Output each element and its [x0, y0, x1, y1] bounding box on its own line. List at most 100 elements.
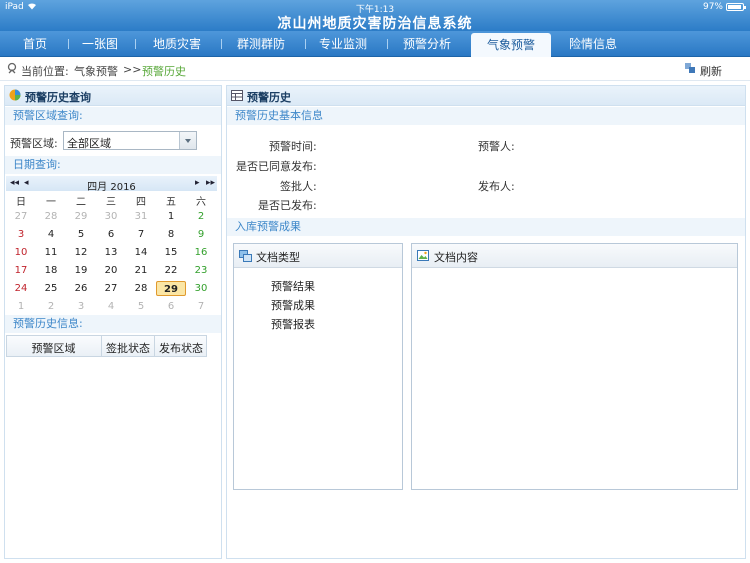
- calendar-day[interactable]: 11: [36, 245, 66, 260]
- weekday-label: 一: [46, 197, 56, 208]
- calendar-day[interactable]: 12: [66, 245, 96, 260]
- breadcrumb-label: 当前位置:: [21, 65, 69, 78]
- calendar-day[interactable]: 8: [156, 227, 186, 242]
- calendar-day[interactable]: 6: [96, 227, 126, 242]
- table-icon: [231, 90, 243, 104]
- weekday-label: 四: [136, 197, 146, 208]
- refresh-icon[interactable]: [684, 62, 696, 74]
- calendar-day[interactable]: 4: [36, 227, 66, 242]
- results-section-header: 入库预警成果: [227, 218, 745, 236]
- calendar-day[interactable]: 6: [156, 299, 186, 314]
- nav-item-geohazard[interactable]: 地质灾害: [142, 31, 212, 57]
- doc-content-title: 文档内容: [434, 251, 478, 264]
- chart-pie-icon: [9, 89, 21, 104]
- region-select[interactable]: 全部区域: [63, 131, 197, 150]
- calendar-day[interactable]: 30: [186, 281, 216, 296]
- nav-item-danger-info[interactable]: 险情信息: [558, 31, 628, 57]
- breadcrumb: 当前位置: 气象预警 >> 预警历史 刷新: [0, 57, 750, 81]
- calendar-day[interactable]: 7: [186, 299, 216, 314]
- calendar-day[interactable]: 14: [126, 245, 156, 260]
- doc-type-item[interactable]: 预警报表: [271, 316, 315, 332]
- calendar-day[interactable]: 22: [156, 263, 186, 278]
- calendar-day[interactable]: 18: [36, 263, 66, 278]
- calendar-day[interactable]: 30: [96, 209, 126, 224]
- doc-type-item[interactable]: 预警结果: [271, 278, 315, 294]
- calendar-day[interactable]: 31: [126, 209, 156, 224]
- calendar-day[interactable]: 2: [36, 299, 66, 314]
- calendar-day[interactable]: 27: [6, 209, 36, 224]
- windows-icon: [239, 250, 252, 265]
- calendar-day[interactable]: 19: [66, 263, 96, 278]
- calendar-day[interactable]: 27: [96, 281, 126, 296]
- agree-publish-label: 是否已同意发布:: [236, 160, 317, 173]
- calendar-day[interactable]: 3: [6, 227, 36, 242]
- breadcrumb-parent[interactable]: 气象预警: [74, 63, 118, 79]
- doc-content-header: 文档内容: [412, 244, 737, 268]
- col-approval-status[interactable]: 签批状态: [102, 340, 154, 356]
- panel-title: 预警历史查询: [25, 91, 91, 104]
- calendar-day[interactable]: 5: [126, 299, 156, 314]
- doc-type-item[interactable]: 预警成果: [271, 297, 315, 313]
- calendar-title: 四月 2016: [87, 182, 136, 193]
- calendar-day[interactable]: 2: [186, 209, 216, 224]
- calendar-day[interactable]: 16: [186, 245, 216, 260]
- calendar-day[interactable]: 10: [6, 245, 36, 260]
- panel-header: 预警历史: [227, 86, 745, 106]
- calendar-day[interactable]: 20: [96, 263, 126, 278]
- refresh-button[interactable]: 刷新: [700, 63, 722, 79]
- nav-item-weather-warning[interactable]: 气象预警: [471, 33, 551, 58]
- nav-item-pro-monitoring[interactable]: 专业监测: [308, 31, 378, 57]
- doc-type-box: 文档类型 预警结果 预警成果 预警报表: [233, 243, 403, 490]
- col-publish-status[interactable]: 发布状态: [155, 340, 207, 356]
- main-nav: 首页 一张图 地质灾害 群测群防 专业监测 预警分析 气象预警 险情信息: [0, 31, 750, 58]
- nav-item-home[interactable]: 首页: [10, 31, 60, 57]
- calendar-day[interactable]: 15: [156, 245, 186, 260]
- status-bar: iPad 下午1:13 97%: [0, 0, 750, 15]
- region-section-header: 预警区域查询:: [5, 107, 221, 125]
- weekday-label: 日: [16, 197, 26, 208]
- nav-item-mass-monitoring[interactable]: 群测群防: [226, 31, 296, 57]
- nav-divider: [387, 39, 388, 49]
- location-pin-icon: [6, 62, 18, 74]
- calendar-day[interactable]: 5: [66, 227, 96, 242]
- calendar-day[interactable]: 25: [36, 281, 66, 296]
- next-year-button[interactable]: ▸▸: [206, 178, 215, 188]
- chevron-down-icon[interactable]: [179, 132, 196, 149]
- history-table-header: 预警区域 签批状态 发布状态: [6, 335, 207, 357]
- nav-divider: [305, 39, 306, 49]
- calendar-day[interactable]: 1: [156, 209, 186, 224]
- calendar-day[interactable]: 28: [126, 281, 156, 296]
- calendar-day[interactable]: 3: [66, 299, 96, 314]
- calendar-day[interactable]: 26: [66, 281, 96, 296]
- calendar-day[interactable]: 29: [66, 209, 96, 224]
- calendar: ◂◂ ◂ 四月 2016 ▸ ▸▸ 日一二三四五六 27 28 29 30 31 1 2 3 4 5…: [6, 176, 217, 314]
- doc-content-box: 文档内容: [411, 243, 738, 490]
- calendar-day[interactable]: 23: [186, 263, 216, 278]
- calendar-day[interactable]: 17: [6, 263, 36, 278]
- calendar-day[interactable]: 29: [156, 281, 186, 296]
- basic-info-header: 预警历史基本信息: [227, 107, 745, 125]
- calendar-day[interactable]: 24: [6, 281, 36, 296]
- calendar-day[interactable]: 1: [6, 299, 36, 314]
- published-label: 是否已发布:: [258, 199, 317, 212]
- breadcrumb-separator: >>: [123, 63, 142, 76]
- calendar-day[interactable]: 7: [126, 227, 156, 242]
- image-doc-icon: [417, 250, 429, 264]
- history-section-header: 预警历史信息:: [5, 315, 221, 333]
- nav-item-warning-analysis[interactable]: 预警分析: [392, 31, 462, 57]
- panel-header: 预警历史查询: [5, 86, 221, 106]
- col-region[interactable]: 预警区域: [7, 340, 100, 356]
- next-month-button[interactable]: ▸: [195, 178, 200, 188]
- calendar-day[interactable]: 4: [96, 299, 126, 314]
- nav-item-one-map[interactable]: 一张图: [74, 31, 126, 57]
- warning-person-label: 预警人:: [478, 140, 515, 153]
- weekday-label: 二: [76, 197, 86, 208]
- battery-percent: 97%: [702, 2, 723, 12]
- weekday-label: 五: [166, 197, 176, 208]
- calendar-day[interactable]: 9: [186, 227, 216, 242]
- calendar-day[interactable]: 13: [96, 245, 126, 260]
- nav-divider: [135, 39, 136, 49]
- calendar-day[interactable]: 28: [36, 209, 66, 224]
- calendar-day[interactable]: 21: [126, 263, 156, 278]
- publisher-label: 发布人:: [478, 180, 515, 193]
